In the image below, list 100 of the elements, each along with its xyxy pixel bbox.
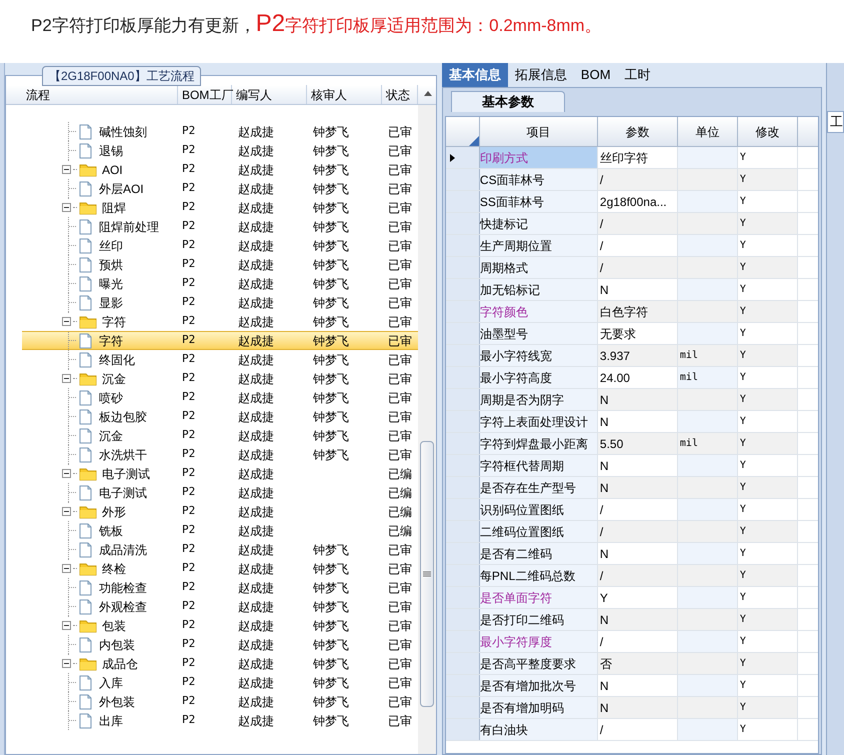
- table-cell-text: P2: [180, 674, 196, 690]
- tree-row[interactable]: 入库 P2 赵成捷 钟梦飞 已审: [22, 673, 418, 692]
- tree-label: 退锡: [98, 142, 123, 160]
- tree-row[interactable]: 终检 P2 赵成捷 钟梦飞 已审: [22, 559, 418, 578]
- tree-row[interactable]: 退锡 P2 赵成捷 钟梦飞 已审: [22, 141, 418, 160]
- table-cell: 钟梦飞: [312, 410, 349, 424]
- collapse-icon[interactable]: [62, 469, 71, 478]
- table-cell-text: P2: [180, 503, 196, 520]
- table-cell: Y: [598, 587, 678, 608]
- column-header[interactable]: 流程: [22, 85, 178, 104]
- table-cell: 无要求: [598, 323, 678, 344]
- tree-row[interactable]: 终固化 P2 赵成捷 钟梦飞 已审: [22, 350, 418, 369]
- subtab[interactable]: 基本参数: [450, 91, 565, 112]
- column-header[interactable]: 编写人: [232, 85, 307, 104]
- tree-row[interactable]: 沉金 P2 赵成捷 钟梦飞 已审: [22, 426, 418, 445]
- tree-row[interactable]: 曝光 P2 赵成捷 钟梦飞 已审: [22, 274, 418, 293]
- tree-row[interactable]: 碱性蚀刻 P2 赵成捷 钟梦飞 已审: [22, 122, 418, 141]
- tree-label: AOI: [102, 162, 123, 178]
- table-cell-text: P2: [180, 636, 196, 652]
- document-icon: [78, 142, 92, 158]
- table-cell: 快捷标记: [480, 213, 598, 234]
- table-cell: 钟梦飞: [312, 296, 349, 310]
- side-tab[interactable]: 工: [826, 111, 844, 133]
- column-header[interactable]: BOM工厂: [178, 85, 232, 104]
- column-header[interactable]: 参数: [598, 117, 678, 146]
- tree-row[interactable]: 电子测试 P2 赵成捷 已编: [22, 483, 418, 502]
- document-icon: [78, 124, 92, 140]
- tree-row[interactable]: 阻焊前处理 P2 赵成捷 钟梦飞 已审: [22, 217, 418, 236]
- tree-row[interactable]: 板边包胶 P2 赵成捷 钟梦飞 已审: [22, 407, 418, 426]
- collapse-icon[interactable]: [62, 203, 71, 212]
- tree-row[interactable]: 显影 P2 赵成捷 钟梦飞 已审: [22, 293, 418, 312]
- tree-label: 包装: [102, 618, 126, 634]
- collapse-icon[interactable]: [62, 165, 71, 174]
- collapse-icon[interactable]: [62, 374, 71, 383]
- collapse-icon[interactable]: [62, 621, 71, 630]
- column-header[interactable]: 单位: [678, 117, 738, 146]
- table-cell: N: [598, 455, 678, 476]
- table-cell-text: 赵成捷: [236, 276, 275, 292]
- tree-row[interactable]: 外层AOI P2 赵成捷 钟梦飞 已审: [22, 179, 418, 198]
- table-cell-text: P2: [180, 693, 196, 710]
- column-header[interactable]: 修改: [738, 117, 798, 146]
- scrollbar[interactable]: [418, 105, 436, 754]
- table-cell: N: [598, 411, 678, 432]
- tree-row[interactable]: 外观检查 P2 赵成捷 钟梦飞 已审: [22, 597, 418, 616]
- tree-row[interactable]: 字符 P2 赵成捷 钟梦飞 已审: [22, 331, 418, 350]
- column-header[interactable]: 核审人: [306, 85, 382, 104]
- table-cell: 钟梦飞: [312, 618, 349, 632]
- collapse-icon[interactable]: [62, 317, 71, 326]
- table-cell-text: 赵成捷: [236, 694, 275, 710]
- table-cell-text: 已审: [386, 238, 413, 254]
- table-cell: 24.00: [598, 367, 678, 388]
- document-icon: [78, 180, 92, 196]
- document-icon: [78, 484, 92, 500]
- column-header[interactable]: 状态: [382, 85, 418, 104]
- table-cell-text: P2: [180, 541, 196, 558]
- table-cell-text: 已审: [386, 446, 413, 464]
- tree-row[interactable]: 水洗烘干 P2 赵成捷 钟梦飞 已审: [22, 445, 418, 464]
- tree-row[interactable]: 出库 P2 赵成捷 钟梦飞 已审: [22, 711, 418, 730]
- tree-row[interactable]: AOI P2 赵成捷 钟梦飞 已审: [22, 160, 418, 179]
- table-cell-text: 赵成捷: [236, 522, 275, 540]
- table-cell: 是否有增加批次号: [480, 675, 598, 696]
- tree-label: 显影: [98, 294, 123, 312]
- tree-row[interactable]: 功能检查 P2 赵成捷 钟梦飞 已审: [22, 578, 418, 597]
- table-cell: /: [598, 169, 678, 190]
- collapse-icon[interactable]: [62, 659, 71, 668]
- tab[interactable]: 基本信息: [442, 63, 508, 87]
- tree-label: 字符: [98, 332, 123, 350]
- table-cell-text: 已审: [386, 598, 413, 616]
- tree-row[interactable]: 阻焊 P2 赵成捷 钟梦飞 已审: [22, 198, 418, 217]
- table-cell: 2g18f00na...: [598, 191, 678, 212]
- table-cell: 识别码位置图纸: [480, 499, 598, 520]
- column-header[interactable]: 项目: [480, 117, 598, 146]
- tree-row[interactable]: 字符 P2 赵成捷 钟梦飞 已审: [22, 312, 418, 331]
- row-header[interactable]: [446, 147, 480, 168]
- collapse-icon[interactable]: [62, 507, 71, 516]
- tree-row[interactable]: 成品仓 P2 赵成捷 钟梦飞 已审: [22, 654, 418, 673]
- tab[interactable]: BOM: [574, 63, 618, 87]
- table-cell: 钟梦飞: [312, 694, 349, 708]
- tree-row[interactable]: 预烘 P2 赵成捷 钟梦飞 已审: [22, 255, 418, 274]
- tree-row[interactable]: 成品清洗 P2 赵成捷 钟梦飞 已审: [22, 540, 418, 559]
- table-cell: 钟梦飞: [312, 220, 349, 234]
- table-cell-text: 已审: [386, 636, 413, 654]
- tab[interactable]: 工时: [618, 63, 658, 87]
- tree-row[interactable]: 电子测试 P2 赵成捷 已编: [22, 464, 418, 483]
- table-cell-text: P2: [180, 370, 196, 386]
- tree-row[interactable]: 沉金 P2 赵成捷 钟梦飞 已审: [22, 369, 418, 388]
- tree-row[interactable]: 外包装 P2 赵成捷 钟梦飞 已审: [22, 692, 418, 711]
- tree-row[interactable]: 丝印 P2 赵成捷 钟梦飞 已审: [22, 236, 418, 255]
- tree-row[interactable]: 内包装 P2 赵成捷 钟梦飞 已审: [22, 635, 418, 654]
- tree-label: 阻焊前处理: [98, 218, 159, 236]
- tab[interactable]: 拓展信息: [508, 63, 574, 87]
- tree-row[interactable]: 外形 P2 赵成捷 已编: [22, 502, 418, 521]
- table-cell: 钟梦飞: [312, 542, 349, 556]
- table-cell: 钟梦飞: [312, 276, 349, 290]
- tree-label: 电子测试: [98, 484, 147, 502]
- collapse-icon[interactable]: [62, 564, 71, 573]
- tree-row[interactable]: 喷砂 P2 赵成捷 钟梦飞 已审: [22, 388, 418, 407]
- table-cell-text: 已编: [386, 504, 413, 520]
- tree-row[interactable]: 包装 P2 赵成捷 钟梦飞 已审: [22, 616, 418, 635]
- tree-row[interactable]: 铣板 P2 赵成捷 已编: [22, 521, 418, 540]
